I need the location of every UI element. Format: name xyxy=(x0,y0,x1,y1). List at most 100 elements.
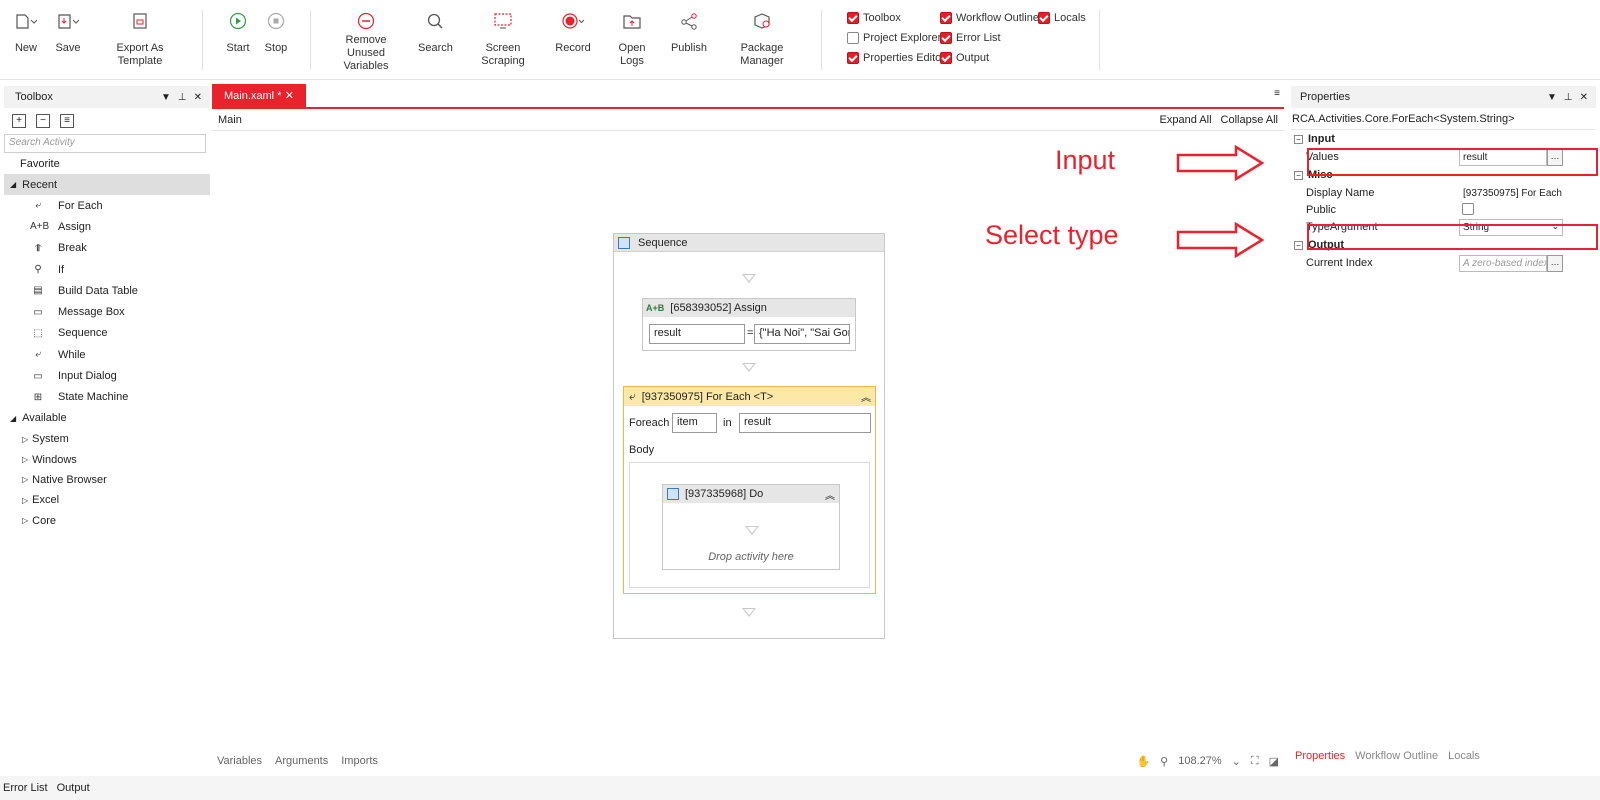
activity-sequence[interactable]: ⬚ Sequence xyxy=(4,323,210,344)
search-icon xyxy=(418,8,452,30)
activity-icon: ⊞ xyxy=(33,391,43,403)
close-icon[interactable]: ✕ xyxy=(194,92,202,103)
start-button[interactable]: Start xyxy=(222,8,254,55)
pin-icon[interactable]: ⊥ xyxy=(1564,92,1573,103)
toolbox-panel-toggle[interactable]: Toolbox xyxy=(847,12,901,24)
assign-header: A+B [658393052] Assign xyxy=(643,299,855,317)
drop-point-icon[interactable] xyxy=(742,363,756,372)
tab-properties[interactable]: Properties xyxy=(1295,750,1345,762)
ellipsis-button[interactable]: … xyxy=(1547,254,1563,272)
activity-icon: ▭ xyxy=(33,306,43,318)
project-explorer-panel-toggle[interactable]: Project Explorer xyxy=(847,32,941,44)
highlight-type-argument-box xyxy=(1307,224,1598,250)
activity-build-data-table[interactable]: ▤ Build Data Table xyxy=(4,280,210,301)
stop-button[interactable]: Stop xyxy=(260,8,292,55)
expand-all-link[interactable]: Expand All xyxy=(1160,114,1212,126)
dropdown-icon[interactable]: ▼ xyxy=(1547,92,1557,103)
designer-canvas[interactable]: Sequence A+B [658393052] Assign result =… xyxy=(212,131,1284,749)
error-list-tab[interactable]: Error List xyxy=(3,782,48,794)
collapse-icon[interactable]: ︽ xyxy=(825,487,835,502)
ribbon-separator xyxy=(310,10,311,70)
activity-message-box[interactable]: ▭ Message Box xyxy=(4,301,210,322)
remove-unused-variables-button[interactable]: Remove Unused Variables xyxy=(326,8,406,73)
assign-to-field[interactable]: result xyxy=(649,324,745,344)
tree-item-available[interactable]: ◢ Available xyxy=(4,408,210,429)
play-icon xyxy=(222,8,254,30)
category-input[interactable]: − Input xyxy=(1291,130,1596,148)
category-excel[interactable]: ▷ Excel xyxy=(4,490,210,510)
new-button[interactable]: New xyxy=(10,8,42,55)
collapse-all-link[interactable]: Collapse All xyxy=(1221,114,1278,126)
drop-point-icon[interactable] xyxy=(742,608,756,617)
zoom-level[interactable]: 108.27% xyxy=(1178,755,1221,767)
locals-panel-toggle[interactable]: Locals xyxy=(1038,12,1086,24)
toolbox-title: Toolbox xyxy=(15,91,53,103)
collapse-all-icon[interactable]: − xyxy=(36,114,50,128)
activity-break[interactable]: ⥣ Break xyxy=(4,238,210,259)
activity-assign[interactable]: A+B Assign xyxy=(4,216,210,237)
drop-point-icon[interactable] xyxy=(742,274,756,283)
chevron-down-icon[interactable]: ⌄ xyxy=(1232,755,1241,768)
category-core[interactable]: ▷ Core xyxy=(4,511,210,531)
activity-for-each[interactable]: ⤶ For Each xyxy=(4,195,210,216)
public-checkbox[interactable] xyxy=(1462,203,1474,215)
expand-all-icon[interactable]: + xyxy=(12,114,26,128)
export-template-button[interactable]: Export As Template xyxy=(95,8,185,68)
collapse-icon[interactable]: ︽ xyxy=(861,389,871,404)
expanded-arrow-icon: ◢ xyxy=(10,413,17,423)
package-manager-button[interactable]: Package Manager xyxy=(722,8,802,68)
open-logs-button[interactable]: Open Logs xyxy=(606,8,658,68)
tree-item-favorite[interactable]: Favorite xyxy=(4,153,210,174)
breadcrumb-main[interactable]: Main xyxy=(218,114,242,126)
publish-button[interactable]: Publish xyxy=(670,8,708,55)
foreach-item-field[interactable]: item xyxy=(672,413,717,433)
error-list-panel-toggle[interactable]: Error List xyxy=(940,32,1001,44)
overview-icon[interactable]: ◪ xyxy=(1269,755,1279,768)
drop-point-icon[interactable] xyxy=(745,526,759,535)
output-panel-toggle[interactable]: Output xyxy=(940,52,989,64)
designer-bottom-bar: Variables Arguments Imports ✋ ⚲ 108.27% … xyxy=(212,749,1284,773)
zoom-icon[interactable]: ⚲ xyxy=(1160,755,1168,768)
body-label: Body xyxy=(629,444,655,456)
pin-icon[interactable]: ⊥ xyxy=(178,92,187,103)
assign-value-field[interactable]: {"Ha Noi", "Sai Gon"} xyxy=(754,324,850,344)
arguments-tab[interactable]: Arguments xyxy=(275,755,328,767)
activity-state-machine[interactable]: ⊞ State Machine xyxy=(4,387,210,408)
workflow-outline-panel-toggle[interactable]: Workflow Outline xyxy=(940,12,1039,24)
category-label: Native Browser xyxy=(32,473,107,486)
record-button[interactable]: Record xyxy=(554,8,592,55)
output-tab[interactable]: Output xyxy=(57,782,90,794)
do-activity[interactable]: [937335968] Do ︽ Drop activity here xyxy=(662,484,840,570)
search-button[interactable]: Search xyxy=(418,8,453,55)
activity-if[interactable]: ⚲ If xyxy=(4,259,210,280)
category-windows[interactable]: ▷ Windows xyxy=(4,449,210,469)
tree-item-recent[interactable]: ◢ Recent xyxy=(4,174,210,195)
sequence-activity[interactable]: Sequence A+B [658393052] Assign result =… xyxy=(613,233,885,639)
current-index-field[interactable]: A zero-based index xyxy=(1459,254,1547,272)
display-name-field[interactable]: [937350975] For Each < xyxy=(1459,185,1563,202)
category-native-browser[interactable]: ▷ Native Browser xyxy=(4,470,210,490)
activity-input-dialog[interactable]: ▭ Input Dialog xyxy=(4,365,210,386)
close-icon[interactable]: ✕ xyxy=(1580,92,1588,103)
fit-to-screen-icon[interactable]: ⛶ xyxy=(1251,755,1259,768)
search-activity-input[interactable]: Search Activity xyxy=(4,134,206,153)
foreach-activity[interactable]: ⤶ [937350975] For Each <T> ︽ Foreach ite… xyxy=(623,386,876,594)
activity-while[interactable]: ⤶ While xyxy=(4,344,210,365)
foreach-values-field[interactable]: result xyxy=(739,413,871,433)
imports-tab[interactable]: Imports xyxy=(341,755,378,767)
tab-workflow-outline[interactable]: Workflow Outline xyxy=(1355,750,1438,762)
hand-icon[interactable]: ✋ xyxy=(1136,755,1150,768)
assign-activity[interactable]: A+B [658393052] Assign result = {"Ha Noi… xyxy=(642,298,856,351)
record-icon xyxy=(554,8,592,30)
variables-tab[interactable]: Variables xyxy=(217,755,262,767)
dropdown-icon[interactable]: ▼ xyxy=(161,92,171,103)
properties-editor-panel-toggle[interactable]: Properties Editor xyxy=(847,52,945,64)
close-tab-icon[interactable]: ✕ xyxy=(285,89,294,102)
tab-menu-icon[interactable]: ≡ xyxy=(1274,88,1280,99)
category-system[interactable]: ▷ System xyxy=(4,429,210,449)
tab-main-xaml[interactable]: Main.xaml * ✕ xyxy=(212,84,306,107)
save-button[interactable]: Save xyxy=(52,8,84,55)
screen-scraping-button[interactable]: Screen Scraping xyxy=(466,8,540,68)
tab-locals[interactable]: Locals xyxy=(1448,750,1480,762)
list-icon[interactable]: ≡ xyxy=(60,114,74,128)
